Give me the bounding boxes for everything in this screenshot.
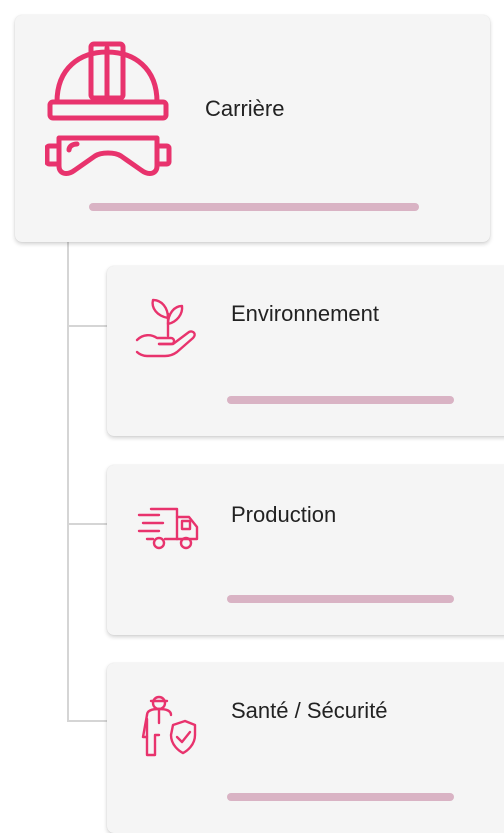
progress-bar	[227, 396, 454, 404]
tree-branch-line-environnement	[67, 325, 107, 327]
node-card-production[interactable]: Production	[107, 465, 504, 635]
node-label: Environnement	[231, 301, 379, 326]
node-card-environnement[interactable]: Environnement	[107, 266, 504, 436]
tree-branch-line-production	[67, 523, 107, 525]
node-label: Carrière	[205, 96, 285, 121]
node-card-carriere[interactable]: Carrière	[15, 15, 490, 242]
hand-plant-icon	[135, 296, 201, 363]
progress-bar	[227, 793, 454, 801]
org-tree: Carrière Environnement Production Santé …	[0, 0, 504, 833]
worker-shield-icon	[137, 693, 197, 764]
progress-bar	[89, 203, 419, 211]
progress-bar	[227, 595, 454, 603]
hard-hat-goggles-icon	[44, 38, 173, 183]
delivery-truck-icon	[137, 505, 203, 558]
node-label: Production	[231, 502, 337, 527]
node-card-sante-securite[interactable]: Santé / Sécurité	[107, 663, 504, 833]
tree-branch-line-sante-securite	[67, 720, 107, 722]
tree-trunk-line	[67, 242, 69, 721]
node-label: Santé / Sécurité	[231, 698, 388, 723]
